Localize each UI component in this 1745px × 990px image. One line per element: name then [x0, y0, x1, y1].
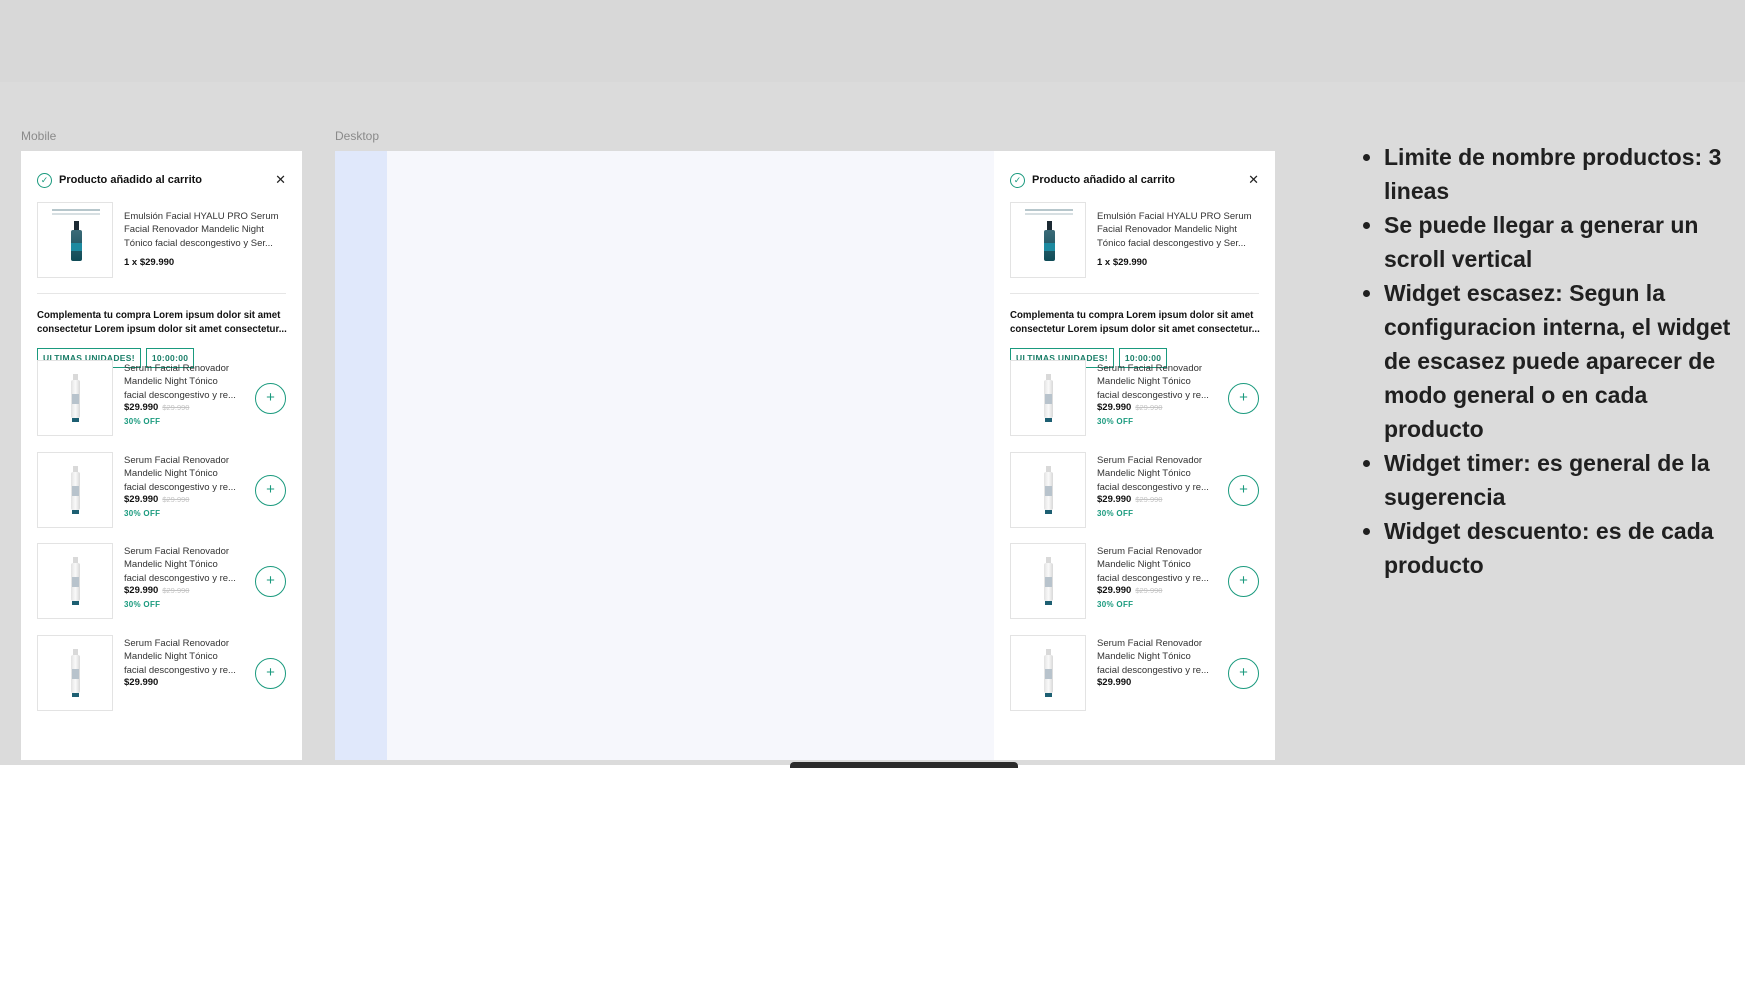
note-item: Widget timer: es general de la sugerenci…: [1384, 446, 1734, 514]
product-label-text-icon: [52, 209, 100, 215]
suggested-product-image: [1010, 360, 1086, 436]
note-item: Widget escasez: Segun la configuracion i…: [1384, 276, 1734, 446]
product-bottle-icon: [1044, 649, 1053, 699]
suggested-product-name: Serum Facial Renovador Mandelic Night Tón…: [124, 546, 236, 584]
check-circle-icon: ✓: [37, 172, 52, 188]
old-price: $29.990: [1135, 403, 1163, 412]
panel-header: ✓ Producto añadido al carrito ✕: [37, 171, 286, 189]
design-notes: Limite de nombre productos: 3 lineas Se …: [1364, 140, 1734, 582]
discount-badge: 30% OFF: [1097, 417, 1134, 426]
added-product-name: Emulsión Facial HYALU PRO Serum Facial R…: [1097, 211, 1252, 249]
suggested-product-price: $29.990 $29.990: [1097, 585, 1163, 596]
suggested-product-name: Serum Facial Renovador Mandelic Night Tón…: [1097, 546, 1209, 584]
added-product-price: 1 x $29.990: [124, 257, 175, 268]
suggested-product-name: Serum Facial Renovador Mandelic Night Tón…: [124, 455, 236, 493]
suggested-product-price: $29.990: [1097, 677, 1132, 688]
added-product-image: [37, 202, 113, 278]
add-to-cart-button[interactable]: +: [255, 658, 286, 689]
panel-title: Producto añadido al carrito: [59, 174, 203, 186]
panel-header: ✓ Producto añadido al carrito ✕: [1010, 171, 1259, 189]
desktop-sidebar: [335, 151, 387, 760]
add-to-cart-button[interactable]: +: [1228, 383, 1259, 414]
product-bottle-icon: [1044, 466, 1053, 516]
note-item: Se puede llegar a generar un scroll vert…: [1384, 208, 1734, 276]
suggested-product: Serum Facial Renovador Mandelic Night Tón…: [1010, 452, 1259, 528]
frame-label-mobile: Mobile: [21, 129, 57, 143]
product-bottle-icon: [1044, 557, 1053, 607]
added-product-image: [1010, 202, 1086, 278]
suggested-product-image: [1010, 452, 1086, 528]
product-bottle-icon: [71, 374, 80, 424]
add-to-cart-button[interactable]: +: [255, 383, 286, 414]
desktop-frame: ✓ Producto añadido al carrito ✕ Emulsión…: [335, 151, 1275, 760]
cart-panel-mobile: ✓ Producto añadido al carrito ✕ Emulsión…: [21, 151, 302, 760]
canvas-top-band: [0, 0, 1745, 82]
suggested-product-name: Serum Facial Renovador Mandelic Night Tón…: [1097, 455, 1209, 493]
add-to-cart-button[interactable]: +: [1228, 566, 1259, 597]
suggested-product-price: $29.990: [124, 677, 159, 688]
added-product: Emulsión Facial HYALU PRO Serum Facial R…: [1010, 202, 1259, 278]
suggested-product-price: $29.990 $29.990: [1097, 402, 1163, 413]
note-item: Limite de nombre productos: 3 lineas: [1384, 140, 1734, 208]
mobile-frame: ✓ Producto añadido al carrito ✕ Emulsión…: [21, 151, 302, 760]
suggested-product: Serum Facial Renovador Mandelic Night Tón…: [37, 360, 286, 436]
suggested-product-image: [37, 360, 113, 436]
product-bottle-icon: [71, 221, 82, 261]
added-product-price: 1 x $29.990: [1097, 257, 1148, 268]
product-bottle-icon: [1044, 221, 1055, 261]
suggested-product: Serum Facial Renovador Mandelic Night Tón…: [1010, 635, 1259, 711]
discount-badge: 30% OFF: [124, 509, 161, 518]
divider: [1010, 293, 1259, 294]
product-bottle-icon: [1044, 374, 1053, 424]
add-to-cart-button[interactable]: +: [255, 566, 286, 597]
suggested-product: Serum Facial Renovador Mandelic Night Tón…: [37, 452, 286, 528]
product-bottle-icon: [71, 466, 80, 516]
suggested-product-image: [37, 635, 113, 711]
suggested-product-price: $29.990 $29.990: [124, 494, 190, 505]
check-circle-icon: ✓: [1010, 172, 1025, 188]
suggested-product-name: Serum Facial Renovador Mandelic Night Tón…: [124, 638, 236, 676]
panel-title: Producto añadido al carrito: [1032, 174, 1176, 186]
add-to-cart-button[interactable]: +: [1228, 475, 1259, 506]
close-icon[interactable]: ✕: [275, 171, 286, 189]
old-price: $29.990: [1135, 495, 1163, 504]
suggested-product-name: Serum Facial Renovador Mandelic Night Tón…: [1097, 363, 1209, 401]
drag-handle[interactable]: [790, 762, 1018, 768]
suggested-product: Serum Facial Renovador Mandelic Night Tón…: [1010, 543, 1259, 619]
suggested-product-price: $29.990 $29.990: [1097, 494, 1163, 505]
suggested-product-name: Serum Facial Renovador Mandelic Night Tón…: [124, 363, 236, 401]
old-price: $29.990: [162, 403, 190, 412]
complement-heading: Complementa tu compra Lorem ipsum dolor …: [1010, 310, 1260, 335]
discount-badge: 30% OFF: [124, 417, 161, 426]
old-price: $29.990: [162, 495, 190, 504]
note-item: Widget descuento: es de cada producto: [1384, 514, 1734, 582]
divider: [37, 293, 286, 294]
added-product: Emulsión Facial HYALU PRO Serum Facial R…: [37, 202, 286, 278]
discount-badge: 30% OFF: [124, 600, 161, 609]
suggested-product-price: $29.990 $29.990: [124, 585, 190, 596]
frame-label-desktop: Desktop: [335, 129, 380, 143]
suggested-product: Serum Facial Renovador Mandelic Night Tón…: [1010, 360, 1259, 436]
old-price: $29.990: [1135, 586, 1163, 595]
complement-heading: Complementa tu compra Lorem ipsum dolor …: [37, 310, 287, 335]
added-product-name: Emulsión Facial HYALU PRO Serum Facial R…: [124, 211, 279, 249]
discount-badge: 30% OFF: [1097, 509, 1134, 518]
suggested-product: Serum Facial Renovador Mandelic Night Tón…: [37, 543, 286, 619]
add-to-cart-button[interactable]: +: [255, 475, 286, 506]
add-to-cart-button[interactable]: +: [1228, 658, 1259, 689]
product-bottle-icon: [71, 557, 80, 607]
discount-badge: 30% OFF: [1097, 600, 1134, 609]
product-label-text-icon: [1025, 209, 1073, 215]
suggested-product-price: $29.990 $29.990: [124, 402, 190, 413]
suggested-product-image: [37, 452, 113, 528]
suggested-product-image: [1010, 635, 1086, 711]
product-bottle-icon: [71, 649, 80, 699]
old-price: $29.990: [162, 586, 190, 595]
suggested-product-image: [37, 543, 113, 619]
suggested-product: Serum Facial Renovador Mandelic Night Tón…: [37, 635, 286, 711]
cart-panel-desktop: ✓ Producto añadido al carrito ✕ Emulsión…: [994, 151, 1275, 760]
close-icon[interactable]: ✕: [1248, 171, 1259, 189]
suggested-product-name: Serum Facial Renovador Mandelic Night Tón…: [1097, 638, 1209, 676]
suggested-product-image: [1010, 543, 1086, 619]
